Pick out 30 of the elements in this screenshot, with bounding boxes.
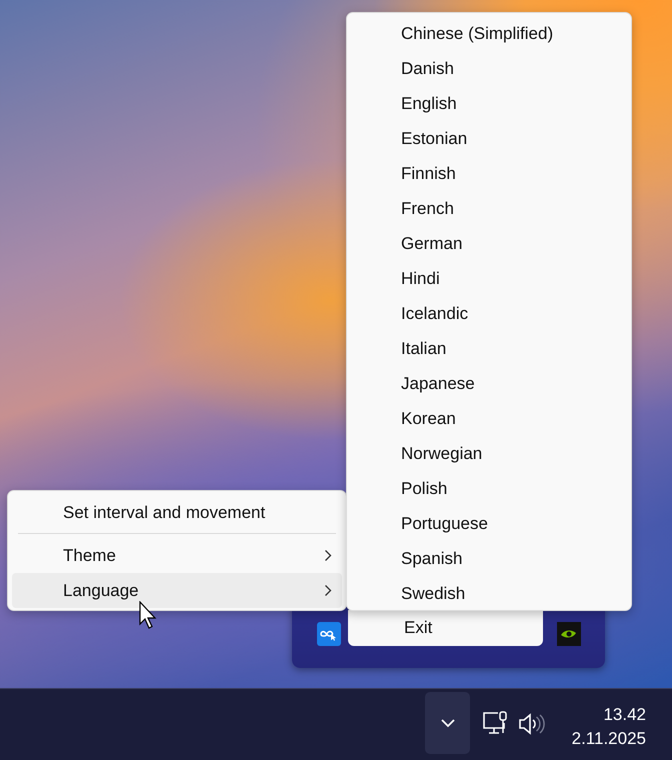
language-option[interactable]: Portuguese xyxy=(351,506,627,541)
language-option[interactable]: Japanese xyxy=(351,366,627,401)
language-option[interactable]: Chinese (Simplified) xyxy=(351,16,627,51)
language-option[interactable]: Norwegian xyxy=(351,436,627,471)
infinity-cursor-app-icon[interactable] xyxy=(317,622,341,646)
exit-menu-item[interactable]: Exit xyxy=(348,610,543,646)
language-option[interactable]: Spanish xyxy=(351,541,627,576)
language-option[interactable]: Swedish xyxy=(351,576,627,611)
language-option[interactable]: French xyxy=(351,191,627,226)
language-option[interactable]: Estonian xyxy=(351,121,627,156)
language-option[interactable]: Hindi xyxy=(351,261,627,296)
clock-time[interactable]: 13.42 xyxy=(572,703,646,727)
chevron-down-icon xyxy=(440,718,456,728)
language-option[interactable]: Finnish xyxy=(351,156,627,191)
chevron-right-icon xyxy=(324,549,332,562)
language-option[interactable]: Korean xyxy=(351,401,627,436)
menu-item[interactable]: Language xyxy=(12,573,342,608)
language-option[interactable]: English xyxy=(351,86,627,121)
speaker-icon[interactable] xyxy=(518,713,546,735)
menu-item[interactable]: Theme xyxy=(12,538,342,573)
language-option[interactable]: Italian xyxy=(351,331,627,366)
menu-item[interactable]: Set interval and movement xyxy=(12,495,342,530)
chevron-right-icon xyxy=(324,584,332,597)
language-option[interactable]: Danish xyxy=(351,51,627,86)
language-option[interactable]: Icelandic xyxy=(351,296,627,331)
eye-app-icon[interactable] xyxy=(557,622,581,646)
network-monitor-icon[interactable] xyxy=(482,711,510,737)
language-option[interactable]: German xyxy=(351,226,627,261)
clock-date[interactable]: 2.11.2025 xyxy=(572,727,646,751)
language-option[interactable]: Polish xyxy=(351,471,627,506)
